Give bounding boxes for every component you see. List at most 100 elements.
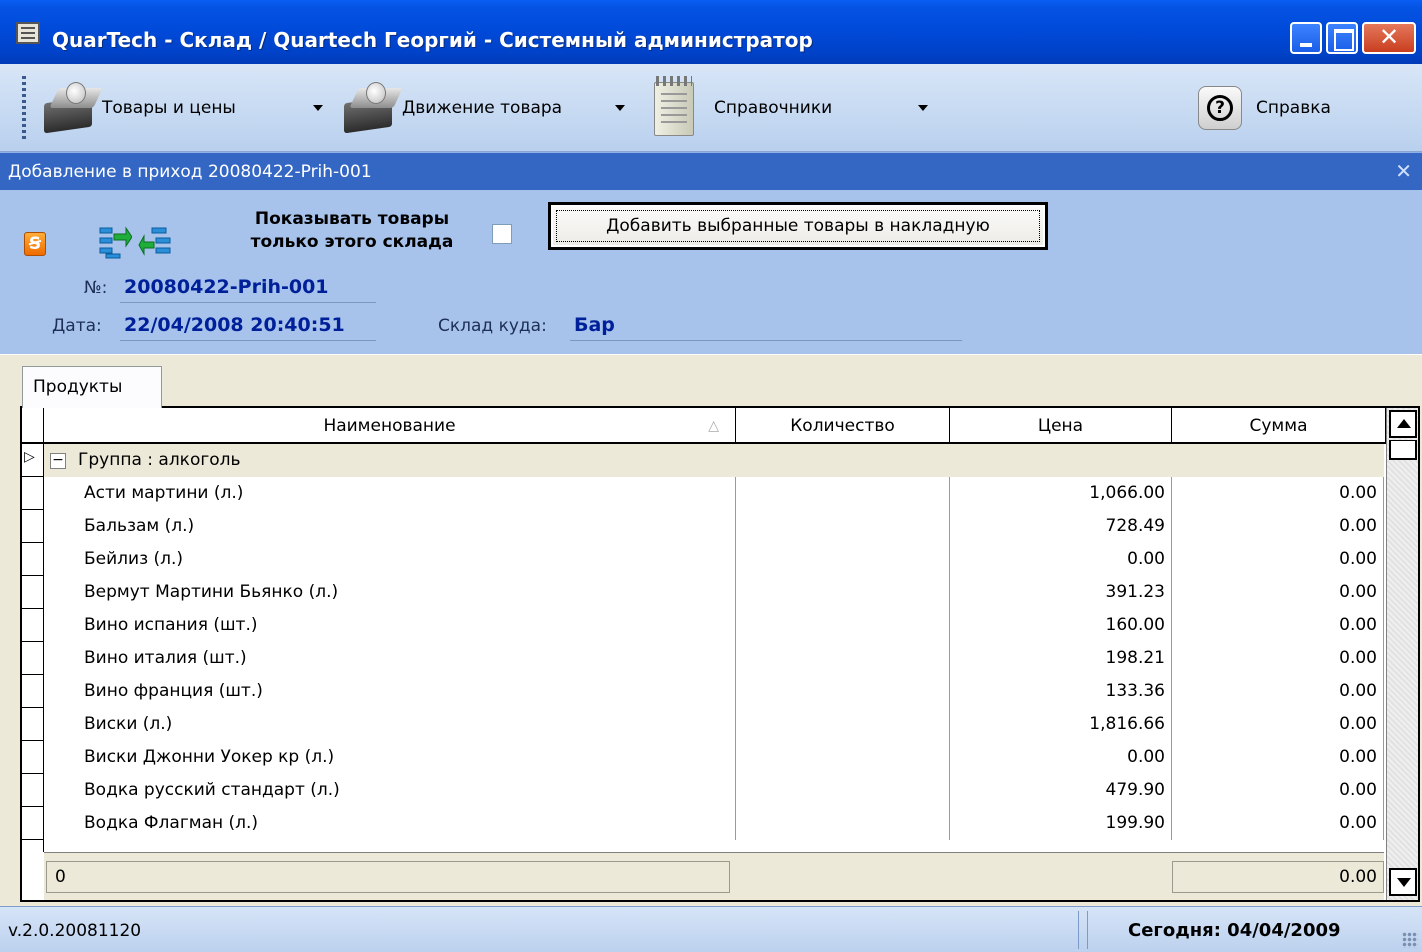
cell-sum[interactable]: 0.00 [1172,807,1384,840]
cell-quantity[interactable] [736,543,950,576]
menu-references[interactable]: Справочники [646,74,832,142]
cell-name[interactable]: Вермут Мартини Бьянко (л.) [84,576,736,609]
table-row[interactable]: Водка Флагман (л.) 199.90 0.00 [44,807,1384,840]
cell-price[interactable]: 198.21 [950,642,1172,675]
scroll-thumb[interactable] [1389,440,1417,460]
cell-sum[interactable]: 0.00 [1172,741,1384,774]
cell-name[interactable]: Вино италия (шт.) [84,642,736,675]
cell-name[interactable]: Водка русский стандарт (л.) [84,774,736,807]
table-row[interactable]: Вино италия (шт.) 198.21 0.00 [44,642,1384,675]
main-toolbar: Товары и цены Движение товара Справочник… [0,64,1422,152]
table-row[interactable]: Виски (л.) 1,816.66 0.00 [44,708,1384,741]
vertical-scrollbar[interactable] [1386,408,1418,900]
maximize-button[interactable] [1326,22,1358,54]
cell-sum[interactable]: 0.00 [1172,774,1384,807]
close-button[interactable]: ✕ [1362,22,1416,54]
row-indicator-current[interactable]: ▷ [22,444,44,477]
table-row[interactable]: Вермут Мартини Бьянко (л.) 391.23 0.00 [44,576,1384,609]
collapse-group-icon[interactable]: − [50,453,66,469]
cell-price[interactable]: 391.23 [950,576,1172,609]
cell-quantity[interactable] [736,510,950,543]
close-document-icon[interactable]: ✕ [1395,159,1412,183]
chevron-down-icon[interactable] [313,105,323,111]
cell-sum[interactable]: 0.00 [1172,576,1384,609]
table-row[interactable]: Водка русский стандарт (л.) 479.90 0.00 [44,774,1384,807]
menu-goods-prices-label: Товары и цены [102,98,236,118]
group-row[interactable]: − Группа : алкоголь [44,444,1384,477]
resize-grip-icon[interactable] [1402,932,1418,948]
collapse-tree-icon[interactable] [138,224,174,260]
add-selected-goods-button[interactable]: Добавить выбранные товары в накладную [548,202,1048,250]
cell-sum[interactable]: 0.00 [1172,609,1384,642]
cell-quantity[interactable] [736,576,950,609]
row-indicator-header [22,408,44,444]
menu-help[interactable]: ? Справка [1198,74,1331,142]
cell-price[interactable]: 479.90 [950,774,1172,807]
window-title: QuarTech - Склад / Quartech Георгий - Си… [52,28,813,52]
cell-price[interactable]: 199.90 [950,807,1172,840]
sort-ascending-icon: △ [708,418,719,434]
cell-quantity[interactable] [736,675,950,708]
table-row[interactable]: Вино испания (шт.) 160.00 0.00 [44,609,1384,642]
app-icon[interactable] [16,22,40,44]
chevron-down-icon[interactable] [615,105,625,111]
cell-sum[interactable]: 0.00 [1172,708,1384,741]
warehouse-label: Склад куда: [438,316,547,336]
box-icon [40,82,103,134]
chevron-down-icon[interactable] [918,105,928,111]
cell-sum[interactable]: 0.00 [1172,675,1384,708]
cell-price[interactable]: 1,816.66 [950,708,1172,741]
cell-sum[interactable]: 0.00 [1172,510,1384,543]
menu-goods-movement[interactable]: Движение товара [340,74,562,142]
cell-price[interactable]: 0.00 [950,543,1172,576]
expand-tree-icon[interactable] [96,224,132,260]
products-grid[interactable]: Наименование △ Количество Цена Сумма ▷ −… [20,406,1420,902]
cell-name[interactable]: Водка Флагман (л.) [84,807,736,840]
cell-name[interactable]: Вино испания (шт.) [84,609,736,642]
table-row[interactable]: Бальзам (л.) 728.49 0.00 [44,510,1384,543]
title-bar[interactable]: QuarTech - Склад / Quartech Георгий - Си… [0,0,1422,64]
cell-price[interactable]: 728.49 [950,510,1172,543]
column-header-quantity[interactable]: Количество [736,408,950,444]
column-header-sum[interactable]: Сумма [1172,408,1386,444]
cell-quantity[interactable] [736,807,950,840]
table-row[interactable]: Виски Джонни Уокер кр (л.) 0.00 0.00 [44,741,1384,774]
cell-sum[interactable]: 0.00 [1172,543,1384,576]
footer-sum: 0.00 [1172,861,1384,893]
cell-name[interactable]: Бальзам (л.) [84,510,736,543]
cell-price[interactable]: 160.00 [950,609,1172,642]
toolbar-grip[interactable] [22,76,26,140]
number-value: 20080422-Prih-001 [124,276,329,298]
cell-quantity[interactable] [736,642,950,675]
minimize-button[interactable] [1290,22,1322,54]
cell-name[interactable]: Виски (л.) [84,708,736,741]
refresh-icon[interactable]: Ꞩ [24,232,46,256]
cell-quantity[interactable] [736,708,950,741]
table-row[interactable]: Бейлиз (л.) 0.00 0.00 [44,543,1384,576]
scroll-up-button[interactable] [1389,410,1417,438]
cell-quantity[interactable] [736,609,950,642]
scroll-down-button[interactable] [1389,868,1417,896]
table-row[interactable]: Асти мартини (л.) 1,066.00 0.00 [44,477,1384,510]
cell-quantity[interactable] [736,774,950,807]
menu-goods-movement-label: Движение товара [402,98,563,118]
cell-sum[interactable]: 0.00 [1172,477,1384,510]
cell-quantity[interactable] [736,477,950,510]
cell-name[interactable]: Виски Джонни Уокер кр (л.) [84,741,736,774]
cell-sum[interactable]: 0.00 [1172,642,1384,675]
menu-goods-prices[interactable]: Товары и цены [40,74,236,142]
version-label: v.2.0.20081120 [8,921,142,941]
column-header-name[interactable]: Наименование △ [44,408,736,444]
table-row[interactable]: Вино франция (шт.) 133.36 0.00 [44,675,1384,708]
show-only-warehouse-checkbox[interactable] [492,224,512,244]
cell-name[interactable]: Бейлиз (л.) [84,543,736,576]
column-header-price[interactable]: Цена [950,408,1172,444]
cell-quantity[interactable] [736,741,950,774]
cell-price[interactable]: 1,066.00 [950,477,1172,510]
cell-price[interactable]: 133.36 [950,675,1172,708]
cell-price[interactable]: 0.00 [950,741,1172,774]
cell-name[interactable]: Асти мартини (л.) [84,477,736,510]
tab-products[interactable]: Продукты [22,366,162,408]
cell-name[interactable]: Вино франция (шт.) [84,675,736,708]
number-label: №: [84,278,108,298]
